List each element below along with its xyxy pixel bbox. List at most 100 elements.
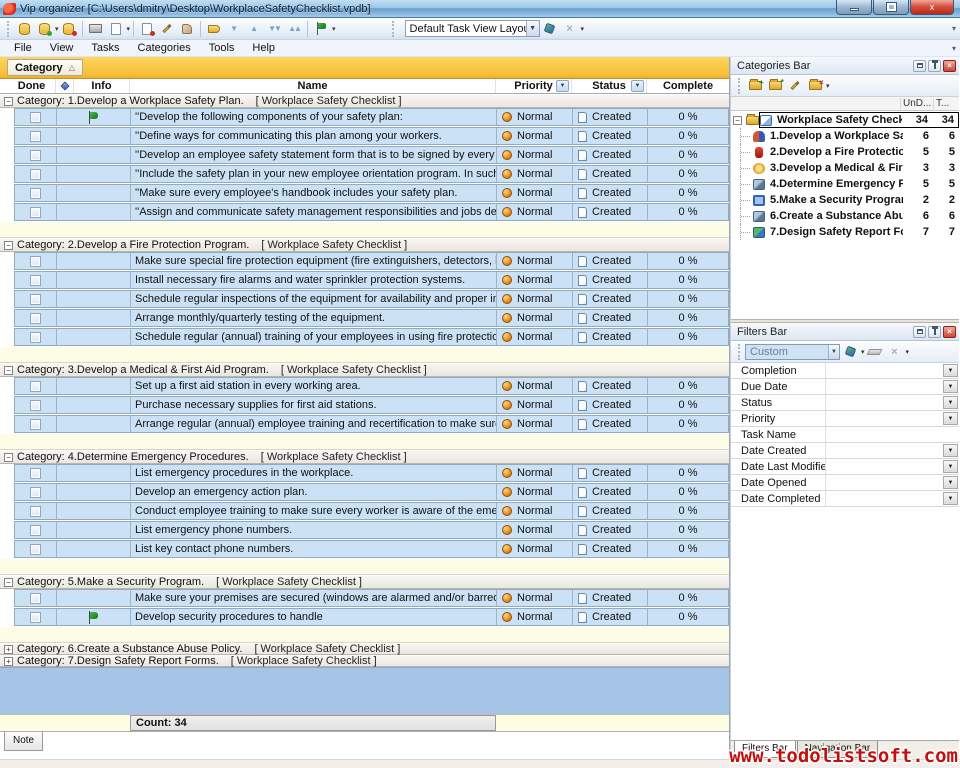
filter-row[interactable]: Due Date▼ xyxy=(731,379,959,395)
filter-value-field[interactable] xyxy=(826,379,942,394)
tree-item-row[interactable]: 7.Design Safety Report Forms.77 xyxy=(731,224,959,240)
panel-pin-button[interactable] xyxy=(928,326,941,338)
tag-button[interactable] xyxy=(204,19,224,38)
task-row[interactable]: Schedule regular (annual) training of yo… xyxy=(14,328,729,346)
task-row[interactable]: Conduct employee training to make sure e… xyxy=(14,502,729,520)
column-header-icon[interactable] xyxy=(56,79,74,93)
done-checkbox[interactable] xyxy=(30,294,41,305)
task-row[interactable]: Develop an emergency action plan.NormalC… xyxy=(14,483,729,501)
done-checkbox[interactable] xyxy=(30,506,41,517)
menu-item-tools[interactable]: Tools xyxy=(201,41,243,55)
open-database-button[interactable] xyxy=(34,19,54,38)
category-header-row[interactable]: −Category: 5.Make a Security Program.[ W… xyxy=(0,575,729,589)
filter-dropdown-button[interactable]: ▼ xyxy=(943,444,958,457)
menu-item-categories[interactable]: Categories xyxy=(130,41,199,55)
done-checkbox[interactable] xyxy=(30,275,41,286)
apply-filter-dropdown-icon[interactable]: ▾ xyxy=(861,348,865,356)
task-row[interactable]: Purchase necessary supplies for first ai… xyxy=(14,396,729,414)
print-preview-button[interactable] xyxy=(106,19,126,38)
task-row[interactable]: Make sure special fire protection equipm… xyxy=(14,252,729,270)
filter-dropdown-button[interactable]: ▼ xyxy=(943,492,958,505)
task-row[interactable]: ''Include the safety plan in your new em… xyxy=(14,165,729,183)
column-header-status[interactable]: Status▼ xyxy=(572,79,647,93)
collapse-icon[interactable]: − xyxy=(4,453,13,462)
collapse-icon[interactable]: − xyxy=(4,241,13,250)
print-dropdown-icon[interactable]: ▾ xyxy=(127,25,131,33)
filters-toolbar-options-chevron[interactable]: ▾ xyxy=(906,348,910,356)
done-checkbox[interactable] xyxy=(30,381,41,392)
save-database-button[interactable] xyxy=(59,19,79,38)
filter-value-field[interactable] xyxy=(826,363,942,378)
done-checkbox[interactable] xyxy=(30,487,41,498)
note-tab[interactable]: Note xyxy=(4,732,43,751)
filter-combo-dropdown-icon[interactable]: ▼ xyxy=(828,345,839,359)
task-row[interactable]: List key contact phone numbers.NormalCre… xyxy=(14,540,729,558)
task-row[interactable]: Make sure your premises are secured (win… xyxy=(14,589,729,607)
tree-root-selection[interactable]: Workplace Safety Checklist3434 xyxy=(759,112,959,128)
done-checkbox[interactable] xyxy=(30,525,41,536)
tree-item-row[interactable]: 1.Develop a Workplace Safety66 xyxy=(731,128,959,144)
move-up-button[interactable]: ▲ xyxy=(244,19,264,38)
tree-item-row[interactable]: 4.Determine Emergency Proced55 xyxy=(731,176,959,192)
tree-item-row[interactable]: 3.Develop a Medical & First Aid33 xyxy=(731,160,959,176)
move-bottom-button[interactable]: ▼▼ xyxy=(264,19,284,38)
done-checkbox[interactable] xyxy=(30,400,41,411)
minimize-button[interactable] xyxy=(836,0,872,15)
task-row[interactable]: Install necessary fire alarms and water … xyxy=(14,271,729,289)
task-row[interactable]: ''Make sure every employee's handbook in… xyxy=(14,184,729,202)
delete-task-button[interactable] xyxy=(177,19,197,38)
task-row[interactable]: ''Assign and communicate safety manageme… xyxy=(14,203,729,221)
done-checkbox[interactable] xyxy=(30,468,41,479)
done-checkbox[interactable] xyxy=(30,332,41,343)
toolbar-overflow-chevron[interactable]: ▾ xyxy=(952,24,956,33)
panel-restore-button[interactable] xyxy=(913,60,926,72)
filter-value-field[interactable] xyxy=(826,491,942,506)
filter-dropdown-button[interactable]: ▼ xyxy=(943,396,958,409)
clear-filter-button[interactable] xyxy=(865,342,885,361)
filter-value-field[interactable] xyxy=(826,395,942,410)
done-checkbox[interactable] xyxy=(30,112,41,123)
group-by-category-button[interactable]: Category △ xyxy=(7,59,83,76)
done-checkbox[interactable] xyxy=(30,207,41,218)
filter-dropdown-button[interactable]: ▼ xyxy=(943,380,958,393)
done-checkbox[interactable] xyxy=(30,256,41,267)
tree-item-row[interactable]: 5.Make a Security Program.22 xyxy=(731,192,959,208)
menu-item-help[interactable]: Help xyxy=(244,41,283,55)
done-checkbox[interactable] xyxy=(30,593,41,604)
new-category-button[interactable]: + xyxy=(745,76,765,95)
tree-item-row[interactable]: 6.Create a Substance Abuse P66 xyxy=(731,208,959,224)
task-row[interactable]: Set up a first aid station in every work… xyxy=(14,377,729,395)
task-row[interactable]: List emergency procedures in the workpla… xyxy=(14,464,729,482)
customize-layout-button[interactable] xyxy=(540,19,560,38)
task-view-layout-combo[interactable]: Default Task View Layout ▼ xyxy=(405,20,540,37)
column-header-complete[interactable]: Complete xyxy=(647,79,729,93)
tree-root-row[interactable]: −Workplace Safety Checklist3434 xyxy=(731,112,959,128)
category-header-row[interactable]: −Category: 1.Develop a Workplace Safety … xyxy=(0,94,729,108)
filter-row[interactable]: Date Last Modified▼ xyxy=(731,459,959,475)
status-filter-dropdown[interactable]: ▼ xyxy=(631,80,644,92)
collapse-icon[interactable]: − xyxy=(4,97,13,106)
done-checkbox[interactable] xyxy=(30,131,41,142)
menu-overflow-chevron[interactable]: ▾ xyxy=(952,44,956,53)
filter-value-field[interactable] xyxy=(826,459,942,474)
task-row[interactable]: Arrange monthly/quarterly testing of the… xyxy=(14,309,729,327)
task-row[interactable]: Develop security procedures to handleNor… xyxy=(14,608,729,626)
filter-row[interactable]: Completion▼ xyxy=(731,363,959,379)
menu-item-file[interactable]: File xyxy=(6,41,40,55)
flag-dropdown-icon[interactable]: ▾ xyxy=(332,25,336,33)
collapse-icon[interactable]: − xyxy=(4,366,13,375)
done-checkbox[interactable] xyxy=(30,419,41,430)
collapse-icon[interactable]: − xyxy=(4,578,13,587)
filter-row[interactable]: Date Created▼ xyxy=(731,443,959,459)
panel-close-button[interactable]: × xyxy=(943,326,956,338)
delete-filter-button[interactable]: × xyxy=(885,342,905,361)
done-checkbox[interactable] xyxy=(30,169,41,180)
layout-options-dropdown-icon[interactable]: ▾ xyxy=(581,25,585,33)
panel-pin-button[interactable] xyxy=(928,60,941,72)
filter-dropdown-button[interactable]: ▼ xyxy=(943,460,958,473)
category-header-row[interactable]: +Category: 6.Create a Substance Abuse Po… xyxy=(0,643,729,655)
move-top-button[interactable]: ▲▲ xyxy=(284,19,304,38)
edit-category-button[interactable] xyxy=(785,76,805,95)
column-header-priority[interactable]: Priority▼ xyxy=(496,79,572,93)
print-button[interactable] xyxy=(86,19,106,38)
